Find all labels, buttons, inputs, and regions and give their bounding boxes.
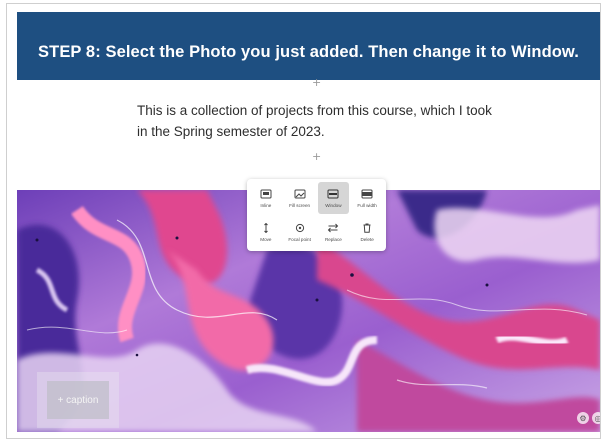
layout-inline-button[interactable]: Inline [250, 182, 282, 214]
slide-frame: STEP 8: Select the Photo you just added.… [6, 3, 601, 439]
layout-window-button[interactable]: Window [317, 182, 350, 214]
focal-point-icon [293, 222, 307, 234]
fill-screen-icon [293, 188, 307, 200]
move-button[interactable]: Move [250, 216, 282, 248]
delete-label: Delete [360, 237, 374, 242]
inline-icon [259, 188, 273, 200]
intro-paragraph: This is a collection of projects from th… [137, 103, 492, 139]
layout-inline-label: Inline [260, 203, 272, 208]
replace-icon [326, 222, 340, 234]
replace-button[interactable]: Replace [318, 216, 350, 248]
settings-icon[interactable]: ⚙ [577, 412, 589, 424]
layout-fill-screen-button[interactable]: Fill screen [284, 182, 316, 214]
delete-button[interactable]: Delete [351, 216, 383, 248]
add-caption-button[interactable]: + caption [47, 381, 109, 419]
window-icon [326, 188, 340, 200]
info-icon[interactable]: ◎ [592, 412, 600, 424]
replace-label: Replace [324, 237, 342, 242]
image-layout-toolbar: Inline Fill screen Window Full width Mov… [247, 179, 386, 251]
photo-corner-controls: ⚙ ◎ [577, 412, 600, 424]
add-block-top-icon[interactable]: + [312, 77, 321, 88]
focal-point-button[interactable]: Focal point [284, 216, 316, 248]
move-icon [259, 222, 273, 234]
layout-window-label: Window [325, 203, 342, 208]
layout-fill-screen-label: Fill screen [289, 203, 311, 208]
layout-full-width-button[interactable]: Full width [351, 182, 383, 214]
layout-full-width-label: Full width [357, 203, 377, 208]
focal-point-label: Focal point [288, 237, 311, 242]
delete-icon [360, 222, 374, 234]
instruction-banner: STEP 8: Select the Photo you just added.… [17, 12, 600, 80]
move-label: Move [260, 237, 272, 242]
add-block-mid-icon[interactable]: + [312, 151, 321, 162]
instruction-text: STEP 8: Select the Photo you just added.… [38, 42, 579, 61]
full-width-icon [360, 188, 374, 200]
